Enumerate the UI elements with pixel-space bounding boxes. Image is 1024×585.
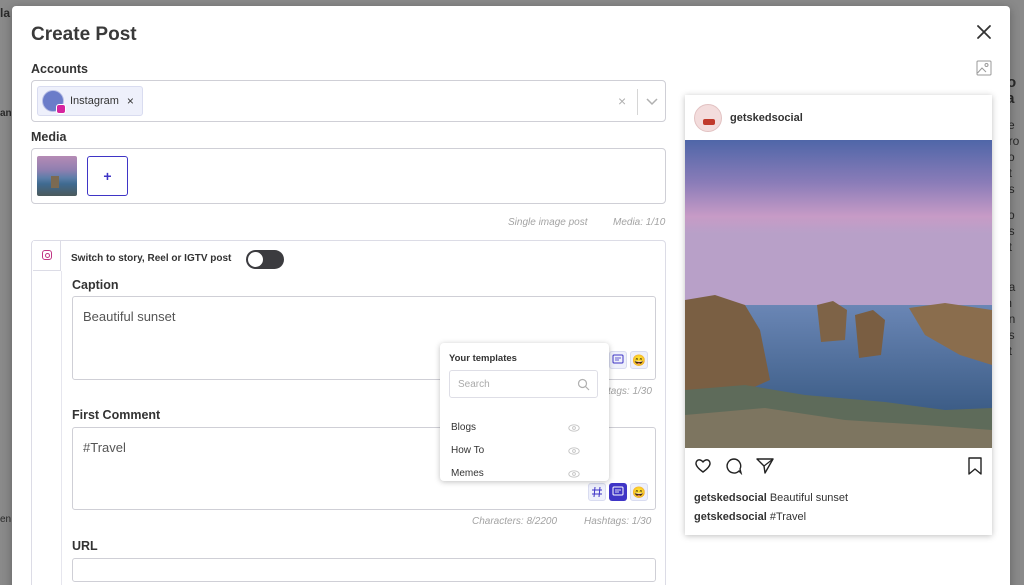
templates-search-placeholder: Search [458,379,490,390]
close-icon [977,25,991,39]
accounts-dropdown-button[interactable] [644,93,660,109]
template-item-label: How To [451,445,485,456]
first-comment-text: #Travel [83,440,126,455]
caption-label: Caption [72,278,119,292]
story-switch-label: Switch to story, Reel or IGTV post [71,253,232,264]
avatar [694,104,722,132]
preview-photo [685,140,992,448]
background-text: an [0,108,12,119]
comment-icon [726,458,743,475]
panel-divider [61,271,62,585]
url-input[interactable] [72,558,656,582]
caption-text: Beautiful sunset [83,309,176,324]
media-type-text: Single image post [508,217,588,228]
templates-button-active[interactable] [609,483,627,501]
modal-title: Create Post [31,24,137,45]
background-text: la [0,6,11,20]
story-switch-toggle[interactable] [246,250,284,269]
media-thumbnail[interactable] [37,156,77,196]
toggle-knob [248,252,263,267]
emoji-button[interactable]: 😄 [630,351,648,369]
caption-hashtag-count: tags: 1/30 [608,386,652,397]
sunset-coast-image [685,140,992,448]
message-template-icon [612,486,624,496]
instagram-badge-icon [56,104,66,114]
media-count-text: Media: 1/10 [613,217,666,228]
preview-caption-text: Beautiful sunset [769,492,849,504]
clear-accounts-button[interactable]: × [618,93,626,109]
template-item-label: Blogs [451,422,477,433]
preview-actions [694,457,984,477]
search-icon [577,378,590,391]
heart-icon [695,459,711,473]
url-label: URL [72,539,98,553]
template-item-blogs[interactable]: Blogs [451,422,581,433]
eye-icon[interactable] [568,447,580,455]
template-item-memes[interactable]: Memes [451,468,581,479]
preview-comment-user: getskedsocial [694,511,767,523]
templates-dropdown: Your templates Search Blogs How To Memes [440,343,609,481]
templates-button[interactable] [609,351,627,369]
templates-title: Your templates [449,353,517,364]
create-post-modal: Create Post Accounts Instagram × × Media… [12,6,1010,585]
first-comment-character-count: Characters: 8/2200 [472,516,558,527]
account-chip-label: Instagram [70,95,119,107]
first-comment-hashtag-count: Hashtags: 1/30 [584,516,652,527]
instagram-preview: getskedsocial getskedsocial Beautiful su… [685,95,992,535]
emoji-icon: 😄 [632,354,646,367]
first-comment-label: First Comment [72,408,161,422]
emoji-button[interactable]: 😄 [630,483,648,501]
image-icon [976,60,992,76]
preview-username: getskedsocial [730,112,803,124]
accounts-label: Accounts [31,62,88,76]
preview-comment: getskedsocial #Travel [694,511,806,523]
message-template-icon [612,354,624,364]
preview-caption: getskedsocial Beautiful sunset [694,492,848,504]
background-left-column: la an en [0,0,12,585]
emoji-icon: 😄 [632,486,646,499]
avatar [42,90,66,114]
background-text: en [0,514,12,525]
preview-comment-text: #Travel [769,511,807,523]
eye-icon[interactable] [568,470,580,478]
chevron-down-icon [646,98,658,106]
templates-search-input[interactable]: Search [449,370,598,398]
close-button[interactable] [974,22,994,42]
instagram-icon [42,250,52,260]
remove-account-button[interactable]: × [127,94,134,108]
hashtag-icon [592,486,602,498]
add-media-button[interactable]: + [87,156,128,196]
template-item-label: Memes [451,468,484,479]
accounts-select[interactable]: Instagram × × [31,80,666,122]
media-box: + [31,148,666,204]
select-divider [637,89,638,115]
hashtag-button[interactable] [588,483,606,501]
avatar-mark [703,119,715,125]
bookmark-icon [968,457,982,475]
share-icon [756,458,774,474]
account-chip-instagram: Instagram × [37,86,143,116]
thumbnail-rock [51,176,59,188]
eye-icon[interactable] [568,424,580,432]
preview-caption-user: getskedsocial [694,492,767,504]
media-label: Media [31,130,67,144]
preview-toggle-button[interactable] [976,60,992,76]
template-item-how-to[interactable]: How To [451,445,581,456]
